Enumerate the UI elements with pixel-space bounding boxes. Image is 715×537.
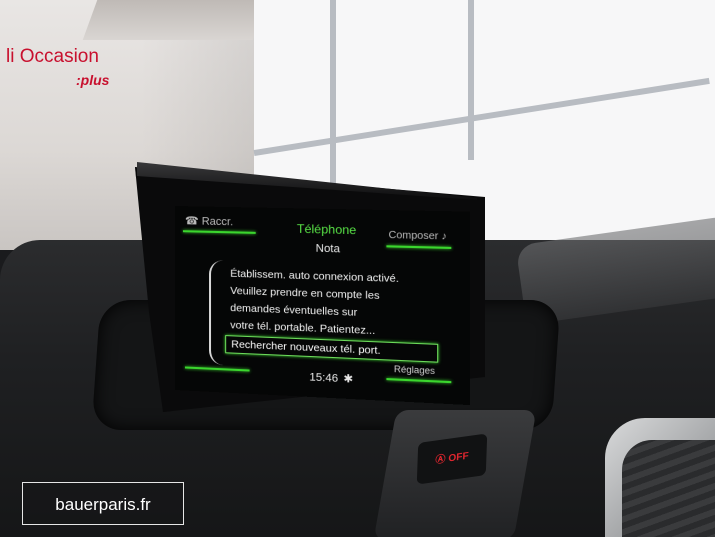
clock-time: 15:46 (309, 371, 339, 385)
bluetooth-icon: ✱ (343, 372, 354, 386)
screen-title: Téléphone (296, 221, 357, 238)
left-softkey-line (182, 230, 256, 234)
handset-icon: ☎ (184, 215, 199, 228)
dealer-sign: li Occasion (6, 46, 99, 67)
message-line: votre tél. portable. Patientez... (230, 319, 376, 338)
ceiling (82, 0, 268, 40)
window-mullion (468, 0, 474, 160)
mmi-screen: ☎ Raccr. Téléphone Composer ♪ Nota Établi… (175, 206, 470, 406)
bottom-left-softkey-line (184, 366, 250, 372)
right-softkey-line (386, 245, 452, 249)
message-line: demandes éventuelles sur (230, 301, 358, 319)
status-clock: 15:46 ✱ (309, 370, 353, 385)
message-line: Veuillez prendre en compte les (230, 284, 380, 303)
message-line: Établissem. auto connexion activé. (230, 267, 399, 286)
watermark-label: bauerparis.fr (22, 482, 184, 525)
air-vent-grille (622, 440, 715, 537)
compose-button[interactable]: Composer ♪ (389, 230, 447, 243)
hang-up-label: Raccr. (201, 215, 234, 229)
pen-icon: ♪ (438, 230, 447, 243)
dashboard-photo: li Occasion :plus ☎ Raccr. Téléphone Comp… (0, 0, 715, 537)
dealer-sign-plus: :plus (76, 72, 110, 88)
search-new-phones-option[interactable]: Rechercher nouveaux tél. port. (225, 335, 439, 363)
compose-label: Composer (388, 229, 439, 243)
bottom-right-softkey-line (386, 378, 452, 384)
settings-softkey[interactable]: Réglages (394, 364, 435, 376)
hang-up-button[interactable]: ☎ Raccr. (185, 214, 233, 228)
window-mullion (330, 0, 336, 200)
dialog-title: Nota (315, 242, 341, 256)
